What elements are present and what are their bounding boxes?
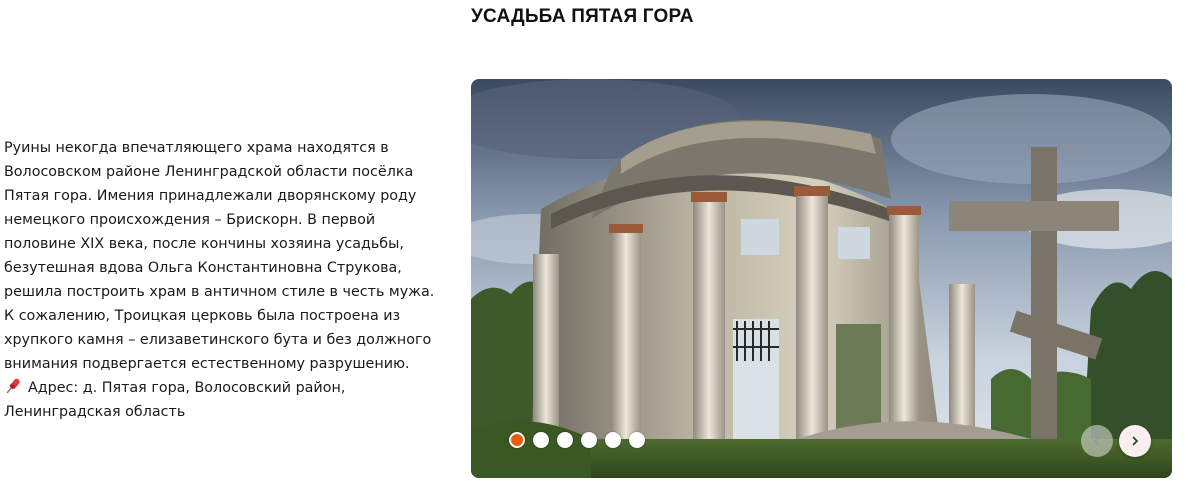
image-slider[interactable] [471,79,1172,478]
page-title: УСАДЬБА ПЯТАЯ ГОРА [471,6,694,27]
slide-photo [471,79,1172,478]
slider-next-button[interactable] [1119,425,1151,457]
address-line: Адрес: д. Пятая гора, Волосовский район,… [4,376,444,424]
slider-dot-3[interactable] [557,432,573,448]
chevron-right-icon [1132,436,1138,446]
slider-dot-5[interactable] [605,432,621,448]
slider-dot-1[interactable] [509,432,525,448]
slider-dot-2[interactable] [533,432,549,448]
slider-prev-button[interactable] [1081,425,1113,457]
slider-dot-6[interactable] [629,432,645,448]
slider-dot-4[interactable] [581,432,597,448]
description-text: Руины некогда впечатляющего храма находя… [4,140,435,372]
chevron-left-icon [1094,436,1100,446]
page: УСАДЬБА ПЯТАЯ ГОРА Руины некогда впечатл… [0,0,1192,494]
slider-pagination [509,432,645,448]
pushpin-icon [4,377,22,395]
description-block: Руины некогда впечатляющего храма находя… [4,136,444,424]
address-text: Адрес: д. Пятая гора, Волосовский район,… [4,380,346,420]
